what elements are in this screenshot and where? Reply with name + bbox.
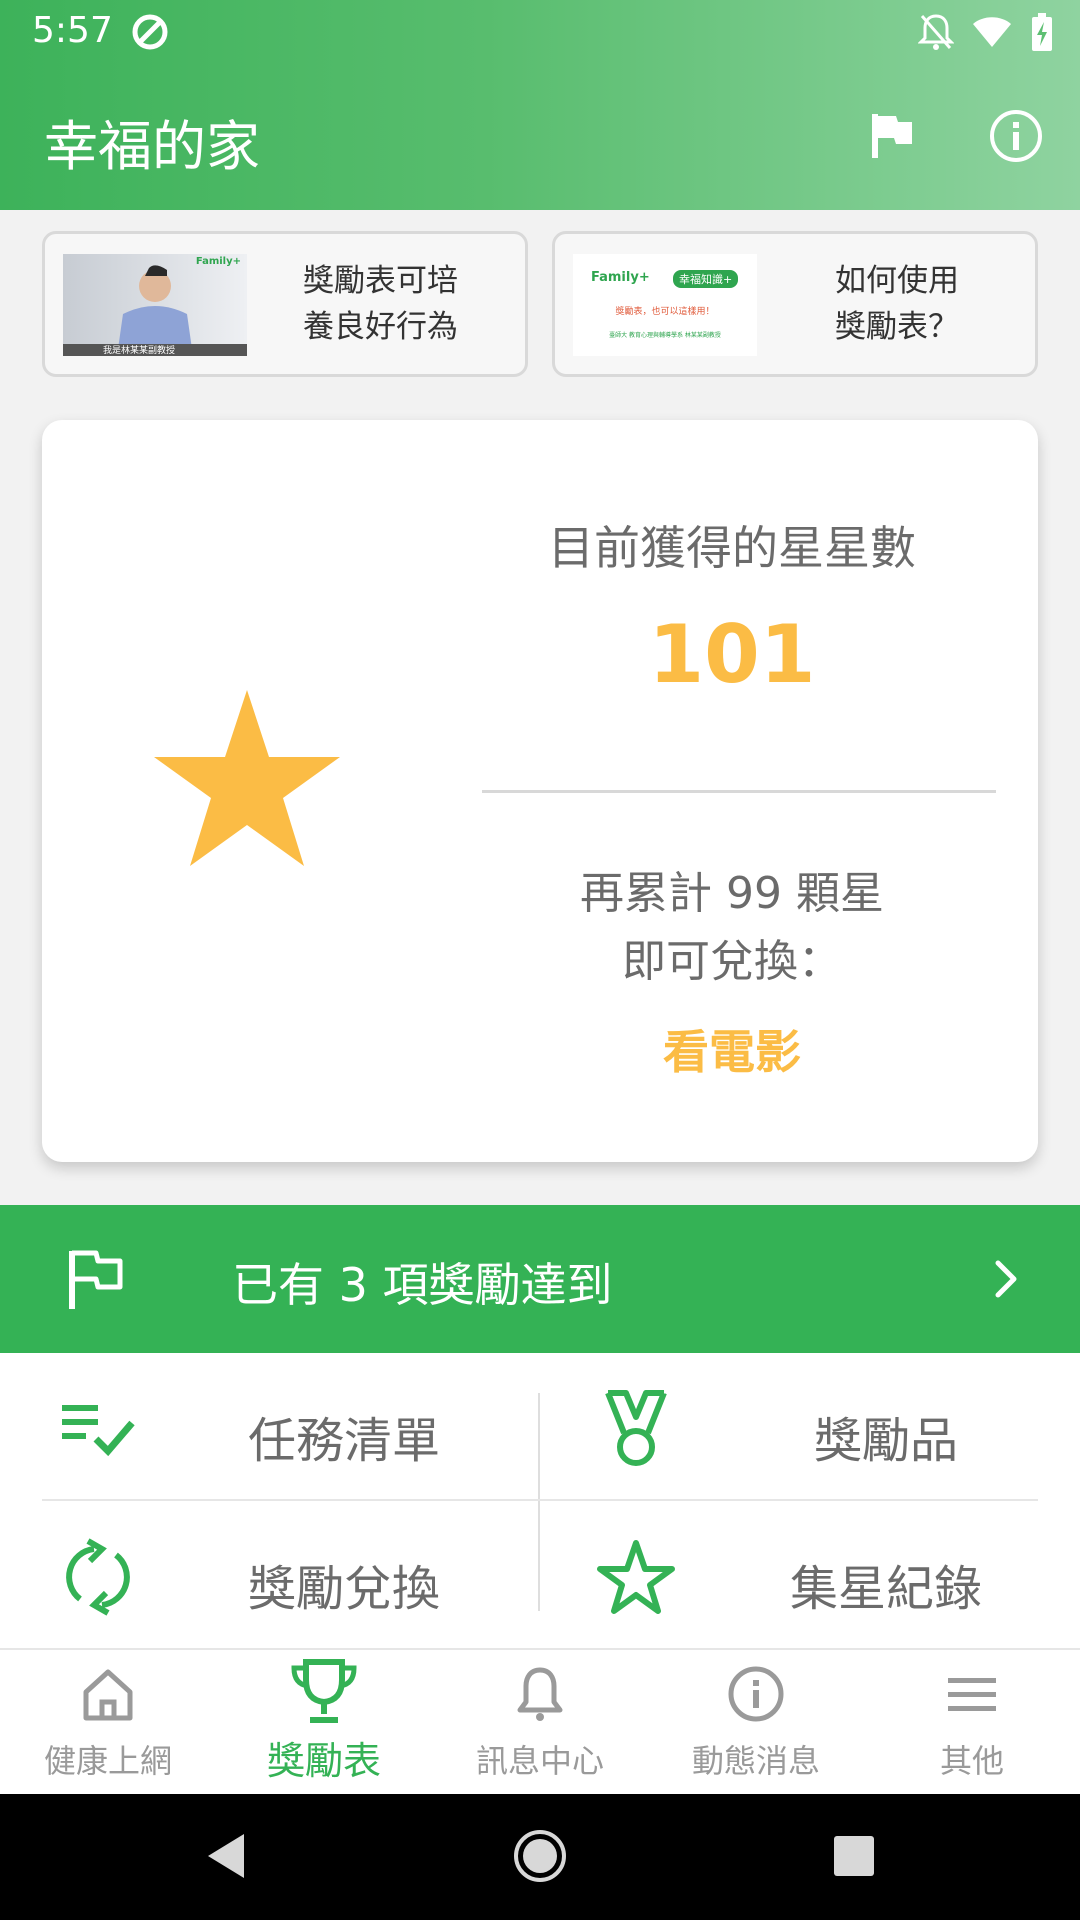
remaining-line1: 再累計 99 顆星 <box>580 868 884 919</box>
menu-icon <box>948 1678 996 1711</box>
menu-label: 任務清單 <box>248 1413 441 1469</box>
video-thumbnail: Family+ 我是林某某副教授 <box>63 254 247 356</box>
info-circle-icon <box>728 1666 784 1722</box>
achieved-rewards-banner[interactable]: 已有 3 項獎勵達到 <box>0 1205 1080 1353</box>
article-title-line2: 獎勵表？ <box>835 309 959 345</box>
article-title-line1: 如何使用 <box>835 263 959 299</box>
info-button[interactable] <box>986 106 1046 166</box>
nav-news[interactable]: 動態消息 <box>648 1650 864 1796</box>
article-title: 如何使用 獎勵表？ <box>835 258 959 350</box>
checklist-icon <box>62 1405 135 1457</box>
nav-label: 獎勵表 <box>266 1739 381 1783</box>
thumb-brand: Family+ <box>195 256 241 267</box>
star-summary-card: 目前獲得的星星數 101 再累計 99 顆星 即可兌換： 看電影 <box>42 420 1038 1162</box>
divider <box>482 790 996 793</box>
bottom-navigation: 健康上網 獎勵表 訊息中心 動態消息 其他 <box>0 1648 1080 1794</box>
article-title: 獎勵表可培 養良好行為 <box>303 258 458 350</box>
menu-star-history[interactable]: 集星紀錄 <box>552 1505 1042 1645</box>
achieved-text: 已有 3 項獎勵達到 <box>232 1258 613 1312</box>
article-title-line2: 養良好行為 <box>303 309 458 345</box>
nav-reward-chart[interactable]: 獎勵表 <box>216 1650 432 1796</box>
thumb-caption: 我是林某某副教授 <box>103 346 176 356</box>
chevron-right-icon <box>995 1260 1017 1298</box>
menu-label: 獎勵兌換 <box>248 1561 441 1617</box>
back-icon[interactable] <box>196 1826 256 1886</box>
thumb-line1: 獎勵表，也可以這樣用！ <box>615 307 715 317</box>
page-title: 幸福的家 <box>44 115 260 178</box>
star-count: 101 <box>648 608 816 701</box>
thumb-line2: 臺師大 教育心理與輔導學系 林某某副教授 <box>609 332 721 339</box>
menu-label: 獎勵品 <box>814 1413 959 1469</box>
flag-outline-icon <box>69 1250 123 1309</box>
nav-message-center[interactable]: 訊息中心 <box>432 1650 648 1796</box>
article-card-behavior[interactable]: Family+ 我是林某某副教授 獎勵表可培 養良好行為 <box>42 231 528 377</box>
feature-menu: 任務清單 獎勵品 獎勵兌換 集星紀錄 <box>0 1353 1080 1648</box>
home-icon <box>83 1669 133 1721</box>
remaining-line2: 即可兌換： <box>622 936 842 987</box>
status-time: 5:57 <box>32 10 113 51</box>
app-header: 5:57 幸福的家 <box>0 0 1080 210</box>
next-reward: 看電影 <box>663 1025 801 1079</box>
article-title-line1: 獎勵表可培 <box>303 263 458 299</box>
grid-divider-horizontal <box>42 1499 1038 1501</box>
status-bar: 5:57 <box>0 0 1080 63</box>
flag-button[interactable] <box>862 106 922 166</box>
nav-other[interactable]: 其他 <box>864 1650 1080 1796</box>
exchange-icon <box>66 1538 130 1616</box>
home-circle-icon[interactable] <box>510 1826 570 1886</box>
nav-health-internet[interactable]: 健康上網 <box>0 1650 216 1796</box>
remaining-text: 再累計 99 顆星 即可兌換： <box>482 860 982 996</box>
star-outline-icon <box>597 1540 675 1614</box>
bell-icon <box>517 1667 563 1721</box>
thumb-brand: Family+ <box>591 270 650 285</box>
trophy-icon <box>291 1659 357 1723</box>
bell-off-icon <box>918 14 954 50</box>
nav-label: 其他 <box>939 1742 1004 1780</box>
medal-icon <box>605 1390 667 1466</box>
knowledge-thumbnail: Family+ 幸福知識+ 獎勵表，也可以這樣用！ 臺師大 教育心理與輔導學系 … <box>573 254 757 356</box>
grid-divider-vertical <box>538 1393 540 1611</box>
recents-icon[interactable] <box>824 1826 884 1886</box>
menu-reward-exchange[interactable]: 獎勵兌換 <box>42 1505 532 1645</box>
star-count-label: 目前獲得的星星數 <box>548 521 916 575</box>
nav-label: 動態消息 <box>691 1742 820 1780</box>
menu-task-list[interactable]: 任務清單 <box>42 1357 532 1497</box>
battery-charging-icon <box>1032 13 1052 51</box>
flag-icon <box>872 114 912 158</box>
wifi-icon <box>973 17 1011 47</box>
article-card-howto[interactable]: Family+ 幸福知識+ 獎勵表，也可以這樣用！ 臺師大 教育心理與輔導學系 … <box>552 231 1038 377</box>
info-icon <box>990 110 1042 162</box>
star-icon <box>154 690 340 866</box>
menu-label: 集星紀錄 <box>790 1561 983 1617</box>
menu-rewards[interactable]: 獎勵品 <box>552 1357 1042 1497</box>
app-notification-icon <box>132 14 168 50</box>
nav-label: 健康上網 <box>43 1742 172 1780</box>
thumb-badge: 幸福知識+ <box>673 270 739 288</box>
nav-label: 訊息中心 <box>475 1742 604 1780</box>
system-navigation-bar <box>0 1794 1080 1920</box>
